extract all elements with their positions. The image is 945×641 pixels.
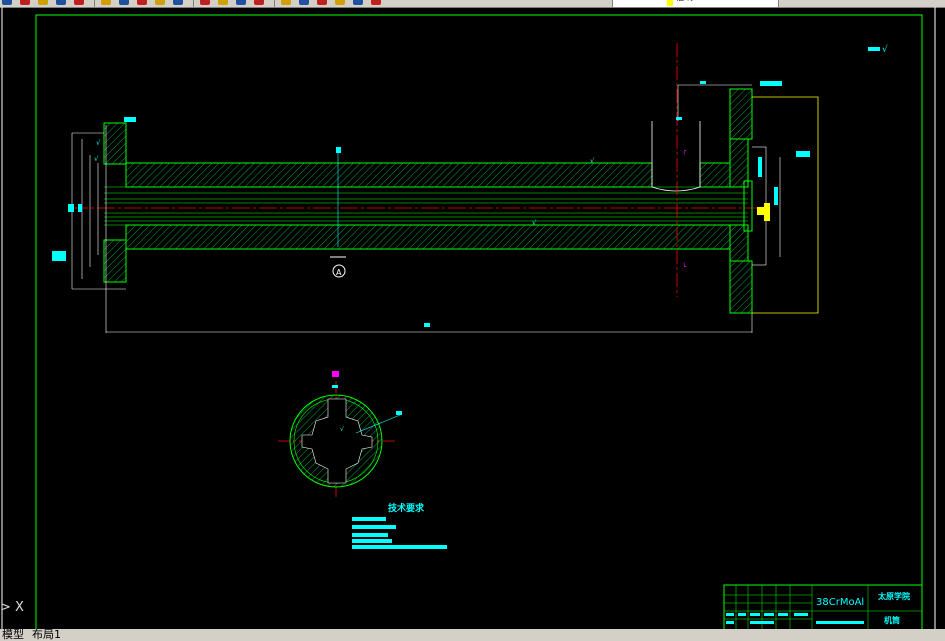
svg-text:└: └ <box>682 262 687 271</box>
roughness-symbol-global: √ <box>868 44 888 55</box>
technical-requirements[interactable]: 技术要求 <box>352 502 447 549</box>
cut-button[interactable] <box>72 0 86 7</box>
zoom-realtime-button[interactable] <box>216 0 230 7</box>
barrel-main-view[interactable]: A ┌ └ √ √ √ √ <box>52 43 819 333</box>
properties-icon <box>281 0 291 5</box>
svg-text:√: √ <box>96 139 101 147</box>
tab-model[interactable]: 模型 <box>2 629 24 641</box>
calculator-button[interactable] <box>351 0 365 7</box>
designcenter-button[interactable] <box>297 0 311 7</box>
drawing-canvas[interactable]: √ A ┌ └ √ √ √ √ √ 技术要求 38CrMoAl 太原学院 机筒 <box>0 7 945 631</box>
svg-text:√: √ <box>94 155 99 163</box>
paste-button[interactable] <box>117 0 131 7</box>
preview-icon <box>56 0 66 5</box>
overall-length-dim-yellow <box>752 96 819 314</box>
copy-button[interactable] <box>99 0 113 7</box>
designcenter-icon <box>299 0 309 5</box>
undo-icon <box>155 0 165 5</box>
title-block[interactable]: 38CrMoAl 太原学院 机筒 <box>723 584 923 631</box>
calculator-icon <box>353 0 363 5</box>
material-label: 38CrMoAl <box>816 597 864 608</box>
save-button[interactable] <box>18 0 32 7</box>
save-icon <box>20 0 30 5</box>
redo-button[interactable] <box>171 0 185 7</box>
svg-text:√: √ <box>882 44 888 55</box>
layer-color-swatch <box>667 0 673 6</box>
pan-icon <box>200 0 210 5</box>
zoom-previous-button[interactable] <box>252 0 266 7</box>
school-label: 太原学院 <box>877 591 910 601</box>
svg-text:√: √ <box>340 426 344 433</box>
section-view-a[interactable]: √ <box>278 371 402 497</box>
section-label: A <box>336 268 342 277</box>
svg-text:√: √ <box>590 157 595 165</box>
layer-icon <box>371 0 381 5</box>
zoom-window-icon <box>236 0 246 5</box>
layer-name: 轴线 <box>675 0 693 3</box>
open-icon <box>2 0 12 5</box>
part-name-label: 机筒 <box>884 615 900 625</box>
properties-button[interactable] <box>279 0 293 7</box>
layout-tabs: 模型 布局1 <box>0 629 945 641</box>
open-button[interactable] <box>0 0 14 7</box>
pan-button[interactable] <box>198 0 212 7</box>
toolbar-separator <box>193 0 194 7</box>
print-icon <box>38 0 48 5</box>
toolbar-separator <box>94 0 95 7</box>
tab-layout1[interactable]: 布局1 <box>32 629 61 641</box>
markup-icon <box>335 0 345 5</box>
copy-icon <box>101 0 111 5</box>
markup-button[interactable] <box>333 0 347 7</box>
svg-text:√: √ <box>532 219 537 227</box>
toolpalette-button[interactable] <box>315 0 329 7</box>
layer-button[interactable] <box>369 0 383 7</box>
section-marker-magenta <box>332 371 339 377</box>
zoom-window-button[interactable] <box>234 0 248 7</box>
preview-button[interactable] <box>54 0 68 7</box>
ucs-icon: > X <box>0 600 24 615</box>
svg-text:┌: ┌ <box>682 147 687 155</box>
toolbar-separator <box>274 0 275 7</box>
match-icon <box>137 0 147 5</box>
toolpalette-icon <box>317 0 327 5</box>
paste-icon <box>119 0 129 5</box>
ucs-x-label: X <box>15 600 24 615</box>
cut-icon <box>74 0 84 5</box>
zoom-realtime-icon <box>218 0 228 5</box>
undo-button[interactable] <box>153 0 167 7</box>
redo-icon <box>173 0 183 5</box>
zoom-previous-icon <box>254 0 264 5</box>
tech-req-title: 技术要求 <box>388 502 425 514</box>
sheet-border <box>35 14 923 631</box>
print-button[interactable] <box>36 0 50 7</box>
match-button[interactable] <box>135 0 149 7</box>
